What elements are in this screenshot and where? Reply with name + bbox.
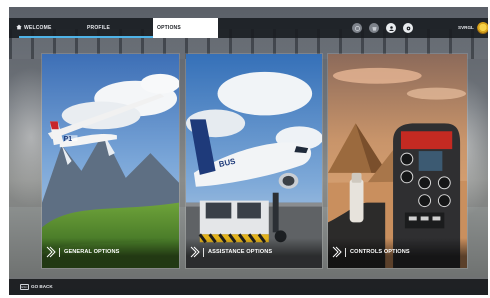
controls-options-card[interactable]: CONTROLS OPTIONS [327, 53, 468, 269]
avatar[interactable] [477, 22, 488, 34]
assistance-options-card[interactable]: BUS ASSISTANCE OPTIONS [185, 53, 323, 269]
tab-profile[interactable]: PROFILE [87, 18, 110, 38]
username-label: SVRGL [458, 25, 474, 30]
chevron-right-icon [46, 246, 56, 258]
assistance-options-label: ASSISTANCE OPTIONS [203, 248, 272, 257]
tab-welcome-label: WELCOME [24, 25, 52, 31]
top-navigation-bar: WELCOME PROFILE OPTIONS SVRGL [9, 18, 488, 38]
general-options-label: GENERAL OPTIONS [59, 248, 119, 257]
gear-icon [406, 26, 410, 30]
activity-icon [354, 25, 360, 31]
options-screen: WELCOME PROFILE OPTIONS SVRGL P1 GENERAL… [9, 7, 488, 295]
go-back-button[interactable]: GO BACK [31, 279, 53, 295]
tab-options[interactable]: OPTIONS [153, 18, 218, 38]
bottom-bar: ESC GO BACK [9, 279, 488, 295]
marketplace-button[interactable] [369, 23, 379, 33]
marketplace-icon [371, 26, 377, 31]
settings-button[interactable] [403, 23, 413, 33]
esc-key-icon: ESC [20, 284, 29, 290]
chevron-right-icon [332, 246, 342, 258]
glider-mountain-image: P1 [42, 54, 179, 268]
home-icon [16, 24, 22, 30]
user-icon [388, 25, 394, 31]
nav-underline-indicator [19, 36, 153, 38]
profile-button[interactable] [386, 23, 396, 33]
tab-welcome[interactable]: WELCOME [16, 18, 52, 38]
controls-options-label: CONTROLS OPTIONS [345, 248, 410, 257]
svg-text:P1: P1 [64, 136, 73, 143]
activity-button[interactable] [352, 23, 362, 33]
airliner-tug-image: BUS [186, 54, 322, 268]
chevron-right-icon [190, 246, 200, 258]
general-options-card[interactable]: P1 GENERAL OPTIONS [41, 53, 180, 269]
cockpit-pyramids-image [328, 54, 467, 268]
